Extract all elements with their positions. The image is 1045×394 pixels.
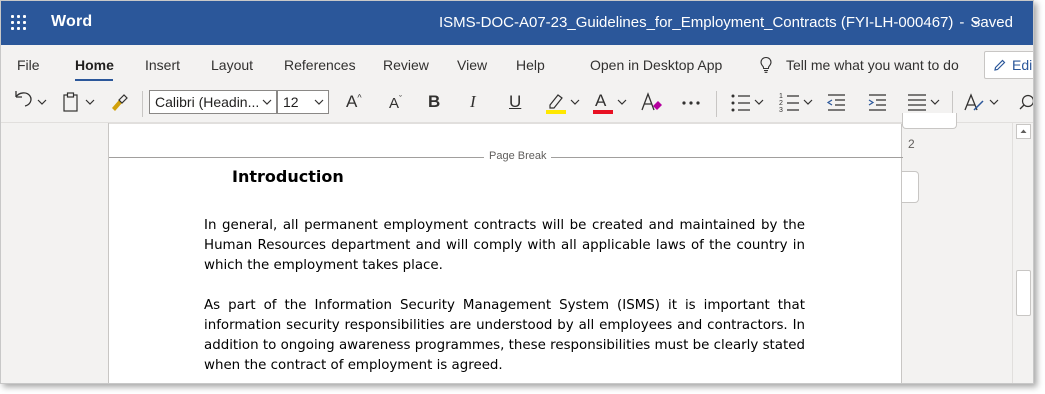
editing-mode-label: Edi bbox=[1012, 57, 1033, 73]
numbering-icon[interactable]: 1 2 3 bbox=[777, 85, 817, 121]
editing-mode-button[interactable]: Edi bbox=[984, 51, 1033, 79]
active-tab-indicator bbox=[75, 79, 113, 81]
chevron-down-icon[interactable] bbox=[969, 15, 983, 29]
tab-help[interactable]: Help bbox=[516, 57, 545, 73]
highlighter-icon[interactable] bbox=[543, 85, 583, 121]
scrollbar-thumb[interactable] bbox=[1016, 270, 1031, 316]
vertical-scrollbar[interactable] bbox=[1012, 123, 1033, 383]
document-page[interactable]: Page Break Introduction In general, all … bbox=[108, 123, 903, 383]
svg-text:1: 1 bbox=[779, 93, 783, 100]
paste-icon[interactable] bbox=[59, 85, 99, 121]
grow-font-icon[interactable]: A^ bbox=[346, 92, 362, 112]
shrink-font-icon[interactable]: Aˇ bbox=[389, 94, 402, 112]
tab-file[interactable]: File bbox=[17, 57, 40, 73]
format-painter-icon[interactable] bbox=[108, 85, 132, 121]
chevron-down-icon bbox=[617, 99, 627, 105]
page-number-label: 2 bbox=[908, 137, 915, 151]
svg-text:2: 2 bbox=[779, 100, 783, 107]
styles-icon[interactable] bbox=[961, 85, 1003, 121]
page-break-label: Page Break bbox=[484, 150, 552, 162]
paragraph[interactable]: As part of the Information Security Mana… bbox=[204, 296, 805, 376]
tab-review[interactable]: Review bbox=[383, 57, 429, 73]
tab-home[interactable]: Home bbox=[75, 57, 114, 73]
chevron-down-icon bbox=[314, 99, 324, 105]
document-name: ISMS-DOC-A07-23_Guidelines_for_Employmen… bbox=[439, 14, 954, 31]
more-options-icon[interactable] bbox=[679, 85, 703, 121]
font-color-button[interactable]: A bbox=[591, 85, 631, 121]
increase-indent-icon[interactable] bbox=[865, 85, 891, 121]
decrease-indent-icon[interactable] bbox=[824, 85, 850, 121]
title-bar: Word ISMS-DOC-A07-23_Guidelines_for_Empl… bbox=[1, 1, 1033, 45]
font-name-value: Calibri (Headin... bbox=[155, 94, 260, 110]
tab-insert[interactable]: Insert bbox=[145, 57, 180, 73]
ribbon-toolbar: Calibri (Headin... 12 A^ Aˇ B I U A 1 2 … bbox=[1, 85, 1034, 123]
tab-references[interactable]: References bbox=[284, 57, 356, 73]
undo-icon[interactable] bbox=[11, 85, 49, 121]
underline-button[interactable]: U bbox=[509, 92, 521, 112]
lightbulb-icon bbox=[760, 56, 772, 73]
word-window: Word ISMS-DOC-A07-23_Guidelines_for_Empl… bbox=[0, 0, 1034, 384]
bullets-icon[interactable] bbox=[728, 85, 768, 121]
tab-layout[interactable]: Layout bbox=[211, 57, 253, 73]
shrink-font-letter: A bbox=[389, 95, 400, 112]
comment-marker[interactable] bbox=[902, 113, 957, 129]
tab-view[interactable]: View bbox=[457, 57, 487, 73]
italic-button[interactable]: I bbox=[470, 92, 476, 112]
comment-marker[interactable] bbox=[902, 171, 919, 203]
toolbar-divider bbox=[142, 91, 143, 117]
scroll-up-button[interactable] bbox=[1016, 124, 1031, 139]
document-title[interactable]: ISMS-DOC-A07-23_Guidelines_for_Employmen… bbox=[439, 14, 1013, 31]
clear-formatting-icon[interactable] bbox=[639, 85, 665, 121]
page-edge bbox=[109, 123, 903, 124]
chevron-down-icon bbox=[262, 99, 272, 105]
toolbar-divider bbox=[716, 91, 717, 117]
font-name-dropdown[interactable]: Calibri (Headin... bbox=[149, 90, 277, 114]
grow-font-letter: A bbox=[346, 92, 358, 111]
font-size-value: 12 bbox=[283, 94, 299, 110]
font-color-letter: A bbox=[595, 91, 607, 110]
section-heading[interactable]: Introduction bbox=[232, 167, 344, 186]
paragraph[interactable]: In general, all permanent employment con… bbox=[204, 216, 805, 276]
document-canvas: Page Break Introduction In general, all … bbox=[1, 113, 1018, 383]
app-launcher-icon[interactable] bbox=[11, 15, 27, 31]
open-in-desktop-app[interactable]: Open in Desktop App bbox=[590, 57, 722, 73]
pencil-icon bbox=[994, 59, 1006, 71]
caret-up-icon bbox=[1020, 129, 1027, 133]
app-name[interactable]: Word bbox=[51, 13, 92, 31]
svg-text:3: 3 bbox=[779, 107, 783, 114]
title-separator: - bbox=[959, 14, 965, 31]
ribbon-tabs: File Home Insert Layout References Revie… bbox=[1, 45, 1033, 85]
font-size-dropdown[interactable]: 12 bbox=[277, 90, 329, 114]
search-icon[interactable] bbox=[1015, 85, 1034, 121]
font-color-swatch bbox=[593, 110, 613, 114]
tell-me-search[interactable]: Tell me what you want to do bbox=[786, 57, 959, 73]
bold-button[interactable]: B bbox=[428, 92, 440, 112]
